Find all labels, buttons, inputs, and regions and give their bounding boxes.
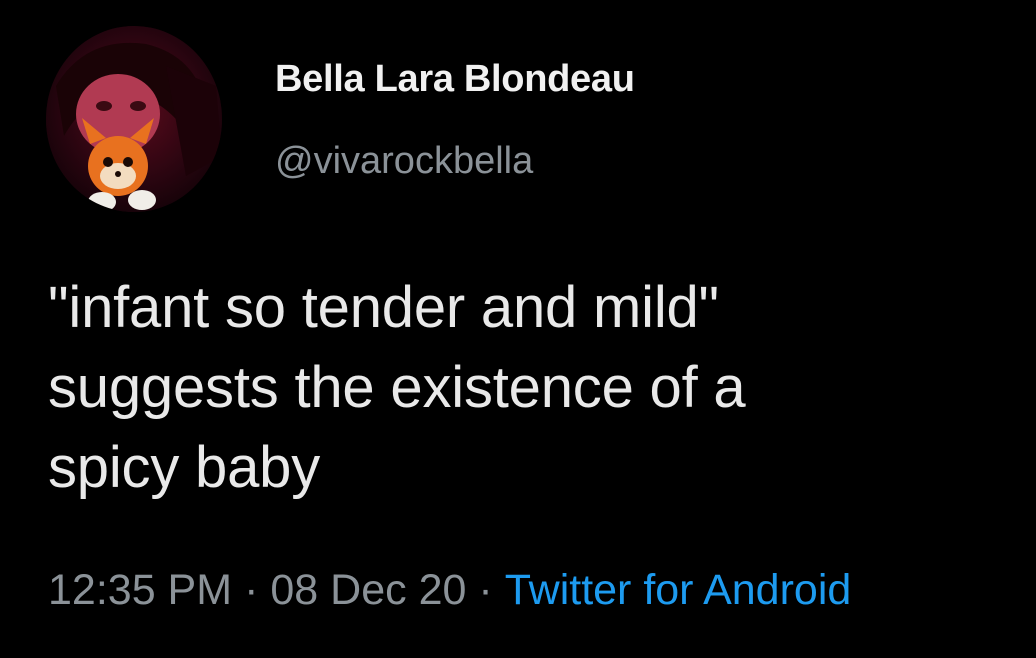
author-display-name[interactable]: Bella Lara Blondeau bbox=[275, 58, 635, 101]
tweet-card: Bella Lara Blondeau @vivarockbella "infa… bbox=[0, 0, 1036, 658]
tweet-date[interactable]: 08 Dec 20 bbox=[270, 566, 466, 614]
tweet-time[interactable]: 12:35 PM bbox=[48, 566, 232, 614]
author-handle[interactable]: @vivarockbella bbox=[275, 140, 533, 183]
profile-photo-icon bbox=[46, 26, 222, 212]
tweet-source-link[interactable]: Twitter for Android bbox=[505, 566, 852, 614]
tweet-metadata: 12:35 PM · 08 Dec 20 · Twitter for Android bbox=[48, 566, 851, 615]
meta-separator: · bbox=[244, 566, 259, 614]
avatar[interactable] bbox=[46, 26, 222, 212]
tweet-text-line: spicy baby bbox=[48, 435, 321, 500]
tweet-text-line: suggests the existence of a bbox=[48, 355, 746, 420]
meta-separator: · bbox=[478, 566, 493, 614]
tweet-text-line: "infant so tender and mild" bbox=[48, 275, 719, 340]
tweet-text: "infant so tender and mild" suggests the… bbox=[48, 268, 1008, 508]
